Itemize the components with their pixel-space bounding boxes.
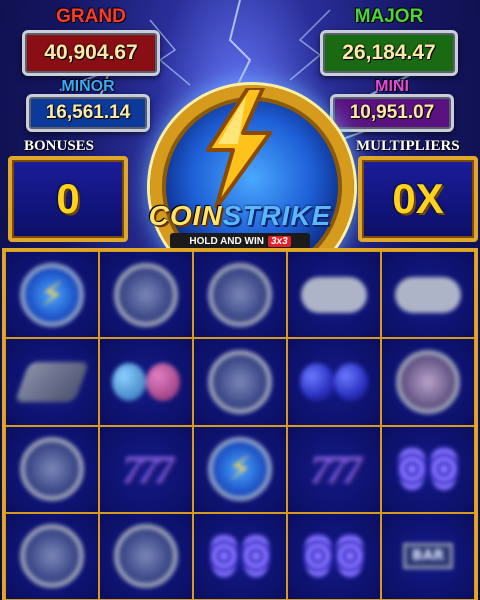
reel-cell: [99, 251, 193, 339]
grapes-symbol-icon: [304, 534, 364, 579]
reel-cell: [287, 338, 381, 426]
logo-strike-text: STRIKE: [222, 200, 332, 231]
smoke-symbol-icon: [14, 361, 90, 402]
bar-coin-symbol-icon: [208, 262, 272, 327]
lightning-bolt-icon: [206, 88, 272, 208]
reel-cell: [381, 425, 475, 513]
reel-cell: [193, 512, 287, 600]
jackpot-grand-value: 40,904.67: [44, 41, 138, 64]
jackpot-minor-plate: 16,561.14: [26, 94, 150, 132]
reel-cell: [193, 251, 287, 339]
jackpot-grand-label: GRAND: [56, 6, 126, 27]
jackpot-mini-plate: 10,951.07: [330, 94, 454, 132]
multipliers-value: 0X: [392, 175, 444, 222]
reel-cell: [5, 425, 99, 513]
jackpot-minor-value: 16,561.14: [45, 102, 131, 123]
jackpot-major-plate: 26,184.47: [320, 30, 458, 76]
reel-cell: [5, 338, 99, 426]
logo-coin-text: COIN: [148, 200, 223, 231]
reel-cell: ⚡: [193, 425, 287, 513]
reel-cell: 777: [99, 425, 193, 513]
reel-cell: [5, 512, 99, 600]
reel-cell: [381, 251, 475, 339]
bar-coin-symbol-icon: [208, 349, 272, 414]
cloud-symbol-icon: [301, 276, 367, 313]
reel-cell: [99, 338, 193, 426]
reel-cell: [193, 338, 287, 426]
reel-grid: ⚡ 777 ⚡ 777 BAR: [2, 248, 478, 600]
grapes-symbol-icon: [210, 534, 270, 579]
multipliers-counter: 0X: [358, 156, 478, 242]
bar-coin-symbol-icon: [114, 262, 178, 327]
reel-cell: [381, 338, 475, 426]
jackpot-major-value: 26,184.47: [342, 41, 436, 64]
hold-and-win-tag: HOLD AND WIN 3x3: [170, 233, 310, 249]
bonuses-value: 0: [56, 175, 80, 222]
bar-symbol-icon: BAR: [402, 543, 454, 570]
bolt-coin-symbol-icon: ⚡: [208, 437, 272, 502]
seven-symbol-icon: 777: [310, 446, 362, 492]
reel-cell: ⚡: [5, 251, 99, 339]
grapes-symbol-icon: [398, 447, 458, 492]
jackpot-grand-plate: 40,904.67: [22, 30, 160, 76]
jackpot-mini: MINI 10,951.07: [330, 78, 454, 132]
multipliers-label: MULTIPLIERS: [356, 138, 460, 154]
bar-coin-symbol-icon: [114, 524, 178, 589]
bonuses-label: BONUSES: [24, 138, 95, 154]
jackpot-mini-value: 10,951.07: [349, 102, 435, 123]
cloud-symbol-icon: [395, 276, 461, 313]
reel-cell: BAR: [381, 512, 475, 600]
bonuses-counter: 0: [8, 156, 128, 242]
coin-symbol-icon: [396, 349, 460, 414]
grid-size-badge: 3x3: [267, 235, 291, 247]
bolt-coin-symbol-icon: ⚡: [20, 262, 84, 327]
bar-coin-symbol-icon: [20, 524, 84, 589]
jackpot-major-label: MAJOR: [354, 6, 424, 27]
bar-coin-symbol-icon: [20, 437, 84, 502]
jackpot-minor: MINOR 16,561.14: [26, 78, 150, 132]
reel-cell: [99, 512, 193, 600]
reel-cell: [287, 251, 381, 339]
jackpot-major: MAJOR 26,184.47: [320, 6, 458, 76]
jackpot-grand: GRAND 40,904.67: [22, 6, 160, 76]
game-logo: COINSTRIKE: [138, 200, 342, 232]
reel-cell: 777: [287, 425, 381, 513]
plum-symbol-icon: [300, 362, 368, 401]
seven-symbol-icon: 777: [122, 446, 174, 492]
reel-cell: [287, 512, 381, 600]
hold-and-win-text: HOLD AND WIN: [189, 235, 264, 247]
plum-symbol-icon: [112, 362, 180, 401]
